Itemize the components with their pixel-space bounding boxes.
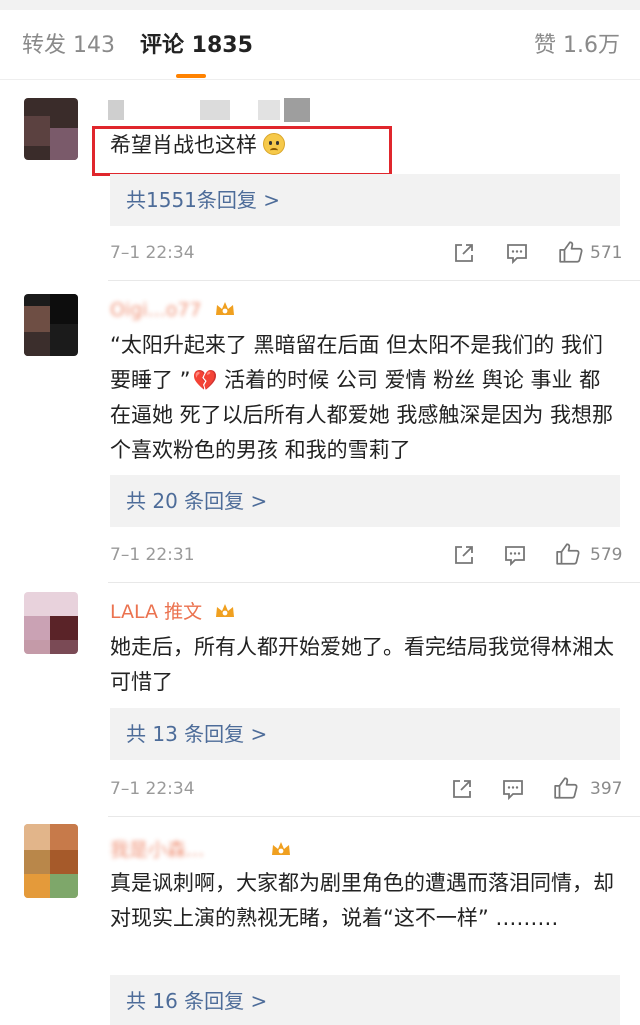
divider (108, 280, 640, 281)
comment-icon[interactable] (505, 241, 529, 265)
comment-text: “太阳升起来了 黑暗留在后面 但太阳不是我们的 我们要睡了 ” 💔 活着的时候 公… (110, 333, 614, 462)
comment-time: 7–1 22:34 (110, 779, 195, 799)
username[interactable]: Oigi...o77 (110, 298, 202, 322)
avatar[interactable] (24, 824, 78, 898)
username[interactable]: 我是小森... (110, 838, 204, 862)
like-count: 571 (590, 243, 623, 263)
share-icon[interactable] (452, 543, 476, 567)
highlight-annotation (92, 126, 392, 176)
comment-time: 7–1 22:31 (110, 545, 195, 565)
censored-username (284, 98, 310, 122)
tab-like[interactable]: 赞 1.6万 (534, 32, 620, 60)
tab-repost[interactable]: 转发 143 (22, 32, 115, 60)
username[interactable]: LALA 推文 (110, 600, 202, 624)
like-count: 579 (590, 545, 623, 565)
broken-heart-icon: 💔 (192, 368, 218, 392)
censored-username (200, 100, 230, 120)
reply-box[interactable]: 共 20 条回复 > (110, 475, 620, 527)
divider (108, 816, 640, 817)
reply-count-link[interactable]: 共 13 条回复 > (126, 721, 267, 747)
divider (108, 582, 640, 583)
vip-crown-icon (216, 302, 234, 315)
top-band (0, 0, 640, 10)
vip-crown-icon (272, 842, 290, 855)
comment-icon[interactable] (501, 777, 525, 801)
reply-box[interactable]: 共 16 条回复 > (110, 975, 620, 1025)
thumbs-up-icon[interactable] (553, 775, 579, 801)
vip-crown-icon (216, 604, 234, 617)
reply-box[interactable]: 共 13 条回复 > (110, 708, 620, 760)
avatar[interactable] (24, 98, 78, 160)
tab-comment[interactable]: 评论 1835 (140, 32, 253, 60)
reply-box[interactable]: 共1551条回复 > (110, 174, 620, 226)
comment-text: 真是讽刺啊，大家都为剧里角色的遭遇而落泪同情，却对现实上演的熟视无睹，说着“这不… (110, 871, 614, 930)
thumbs-up-icon[interactable] (555, 541, 581, 567)
reply-count-link[interactable]: 共 20 条回复 > (126, 488, 267, 514)
reply-count-link[interactable]: 共 16 条回复 > (126, 988, 267, 1014)
active-tab-indicator (176, 74, 206, 78)
avatar[interactable] (24, 592, 78, 654)
avatar[interactable] (24, 294, 78, 356)
share-icon[interactable] (452, 241, 476, 265)
censored-username (108, 100, 124, 120)
comment-icon[interactable] (503, 543, 527, 567)
reply-count-link[interactable]: 共1551条回复 > (126, 187, 280, 213)
comment-time: 7–1 22:34 (110, 243, 195, 263)
censored-username (258, 100, 280, 120)
share-icon[interactable] (450, 777, 474, 801)
like-count: 397 (590, 779, 623, 799)
thumbs-up-icon[interactable] (558, 239, 584, 265)
tab-bar: 转发 143 评论 1835 赞 1.6万 (0, 10, 640, 80)
comment-text: 她走后，所有人都开始爱她了。看完结局我觉得林湘太可惜了 (110, 635, 614, 694)
